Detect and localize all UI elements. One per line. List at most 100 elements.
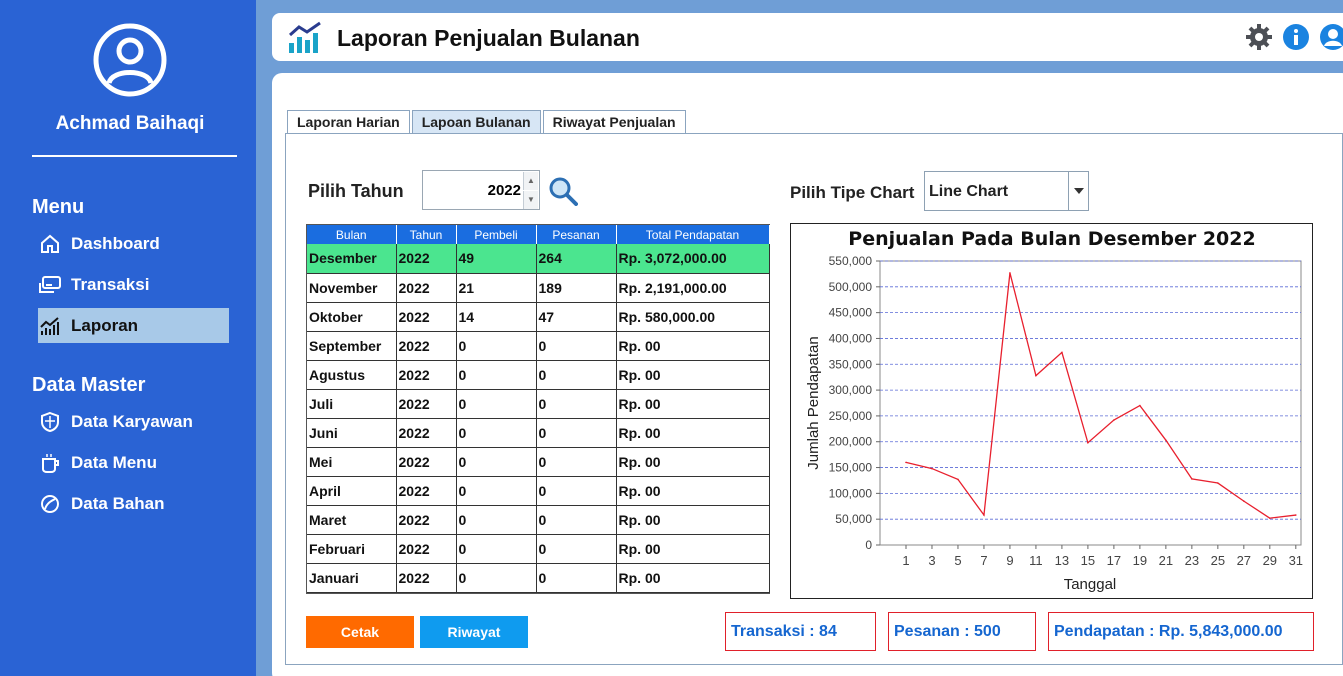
table-cell-total-pendapatan[interactable]: Rp. 00	[616, 476, 770, 506]
sidebar-item-data-bahan[interactable]: Data Bahan	[38, 486, 229, 521]
table-cell-pesanan[interactable]: 0	[536, 418, 617, 448]
column-header-total-pendapatan[interactable]: Total Pendapatan	[616, 225, 770, 244]
print-button[interactable]: Cetak	[306, 616, 414, 648]
column-header-bulan[interactable]: Bulan	[307, 225, 397, 244]
table-cell-total-pendapatan[interactable]: Rp. 00	[616, 505, 770, 535]
table-cell-pembeli[interactable]: 0	[456, 563, 537, 593]
table-cell-bulan[interactable]: Maret	[307, 505, 397, 535]
table-row[interactable]: Maret 2022 0 0 Rp. 00	[307, 505, 770, 535]
table-cell-total-pendapatan[interactable]: Rp. 00	[616, 331, 770, 361]
table-cell-total-pendapatan[interactable]: Rp. 3,072,000.00	[616, 244, 770, 274]
table-cell-pesanan[interactable]: 0	[536, 505, 617, 535]
table-row[interactable]: Juli 2022 0 0 Rp. 00	[307, 389, 770, 419]
table-cell-tahun[interactable]: 2022	[396, 360, 457, 390]
chevron-down-icon[interactable]	[1068, 172, 1088, 210]
tab-laporan-bulanan[interactable]: Lapoan Bulanan	[411, 110, 541, 134]
table-cell-tahun[interactable]: 2022	[396, 505, 457, 535]
table-row[interactable]: Juni 2022 0 0 Rp. 00	[307, 418, 770, 448]
table-cell-bulan[interactable]: Juni	[307, 418, 397, 448]
table-cell-bulan[interactable]: Mei	[307, 447, 397, 477]
tab-laporan-harian[interactable]: Laporan Harian	[287, 110, 410, 134]
tab-riwayat-penjualan[interactable]: Riwayat Penjualan	[542, 110, 686, 134]
data-point	[1035, 374, 1037, 377]
table-cell-pembeli[interactable]: 49	[456, 244, 537, 274]
table-cell-pesanan[interactable]: 0	[536, 389, 617, 419]
sidebar-item-transaksi[interactable]: Transaksi	[38, 267, 229, 302]
year-spinner[interactable]: 2022 ▲ ▼	[422, 170, 540, 210]
column-header-pembeli[interactable]: Pembeli	[456, 225, 537, 244]
table-row[interactable]: Mei 2022 0 0 Rp. 00	[307, 447, 770, 477]
table-cell-bulan[interactable]: April	[307, 476, 397, 506]
table-cell-pembeli[interactable]: 0	[456, 331, 537, 361]
table-cell-total-pendapatan[interactable]: Rp. 00	[616, 534, 770, 564]
table-cell-bulan[interactable]: November	[307, 273, 397, 303]
table-cell-total-pendapatan[interactable]: Rp. 00	[616, 447, 770, 477]
table-cell-bulan[interactable]: Desember	[307, 244, 397, 274]
table-cell-tahun[interactable]: 2022	[396, 418, 457, 448]
table-cell-pesanan[interactable]: 189	[536, 273, 617, 303]
table-cell-tahun[interactable]: 2022	[396, 563, 457, 593]
table-row[interactable]: Agustus 2022 0 0 Rp. 00	[307, 360, 770, 390]
table-cell-pembeli[interactable]: 21	[456, 273, 537, 303]
spinner-up-icon[interactable]: ▲	[523, 172, 538, 190]
table-cell-total-pendapatan[interactable]: Rp. 00	[616, 360, 770, 390]
table-cell-tahun[interactable]: 2022	[396, 331, 457, 361]
user-icon[interactable]	[1319, 23, 1343, 51]
table-cell-pembeli[interactable]: 0	[456, 418, 537, 448]
table-cell-tahun[interactable]: 2022	[396, 273, 457, 303]
table-cell-pembeli[interactable]: 0	[456, 476, 537, 506]
table-cell-total-pendapatan[interactable]: Rp. 00	[616, 389, 770, 419]
table-cell-tahun[interactable]: 2022	[396, 534, 457, 564]
table-cell-pesanan[interactable]: 0	[536, 476, 617, 506]
table-cell-bulan[interactable]: Juli	[307, 389, 397, 419]
sidebar-item-data-karyawan[interactable]: Data Karyawan	[38, 404, 229, 439]
table-cell-pesanan[interactable]: 0	[536, 360, 617, 390]
table-cell-bulan[interactable]: Februari	[307, 534, 397, 564]
table-cell-pesanan[interactable]: 47	[536, 302, 617, 332]
table-cell-bulan[interactable]: September	[307, 331, 397, 361]
table-cell-pembeli[interactable]: 0	[456, 360, 537, 390]
column-header-tahun[interactable]: Tahun	[396, 225, 457, 244]
table-row[interactable]: Desember 2022 49 264 Rp. 3,072,000.00	[307, 244, 770, 274]
table-cell-tahun[interactable]: 2022	[396, 302, 457, 332]
table-cell-bulan[interactable]: Januari	[307, 563, 397, 593]
table-cell-bulan[interactable]: Oktober	[307, 302, 397, 332]
table-cell-tahun[interactable]: 2022	[396, 389, 457, 419]
info-icon[interactable]	[1282, 23, 1310, 51]
table-row[interactable]: Oktober 2022 14 47 Rp. 580,000.00	[307, 302, 770, 332]
chart-type-select[interactable]: Line Chart	[924, 171, 1089, 211]
table-cell-pembeli[interactable]: 0	[456, 534, 537, 564]
table-cell-pesanan[interactable]: 0	[536, 447, 617, 477]
search-icon[interactable]	[548, 176, 578, 206]
table-cell-pembeli[interactable]: 0	[456, 505, 537, 535]
table-cell-pesanan[interactable]: 0	[536, 534, 617, 564]
sidebar-item-data-menu[interactable]: Data Menu	[38, 445, 229, 480]
table-cell-pembeli[interactable]: 14	[456, 302, 537, 332]
table-row[interactable]: November 2022 21 189 Rp. 2,191,000.00	[307, 273, 770, 303]
table-cell-total-pendapatan[interactable]: Rp. 580,000.00	[616, 302, 770, 332]
table-cell-pembeli[interactable]: 0	[456, 389, 537, 419]
table-cell-total-pendapatan[interactable]: Rp. 00	[616, 563, 770, 593]
table-row[interactable]: April 2022 0 0 Rp. 00	[307, 476, 770, 506]
table-cell-tahun[interactable]: 2022	[396, 244, 457, 274]
table-cell-pembeli[interactable]: 0	[456, 447, 537, 477]
history-button[interactable]: Riwayat	[420, 616, 528, 648]
table-cell-tahun[interactable]: 2022	[396, 476, 457, 506]
table-cell-pesanan[interactable]: 0	[536, 563, 617, 593]
settings-icon[interactable]	[1245, 23, 1273, 51]
column-header-pesanan[interactable]: Pesanan	[536, 225, 617, 244]
sidebar-item-dashboard[interactable]: Dashboard	[38, 226, 229, 261]
table-row[interactable]: Januari 2022 0 0 Rp. 00	[307, 563, 770, 593]
table-cell-total-pendapatan[interactable]: Rp. 00	[616, 418, 770, 448]
table-row[interactable]: Februari 2022 0 0 Rp. 00	[307, 534, 770, 564]
table-cell-total-pendapatan[interactable]: Rp. 2,191,000.00	[616, 273, 770, 303]
table-cell-pesanan[interactable]: 0	[536, 331, 617, 361]
table-cell-bulan[interactable]: Agustus	[307, 360, 397, 390]
year-value[interactable]: 2022	[488, 182, 521, 199]
table-cell-tahun[interactable]: 2022	[396, 447, 457, 477]
spinner-down-icon[interactable]: ▼	[523, 191, 538, 209]
table-cell-pesanan[interactable]: 264	[536, 244, 617, 274]
sidebar-item-laporan[interactable]: Laporan	[38, 308, 229, 343]
table-row[interactable]: September 2022 0 0 Rp. 00	[307, 331, 770, 361]
user-avatar-icon[interactable]	[92, 22, 168, 98]
